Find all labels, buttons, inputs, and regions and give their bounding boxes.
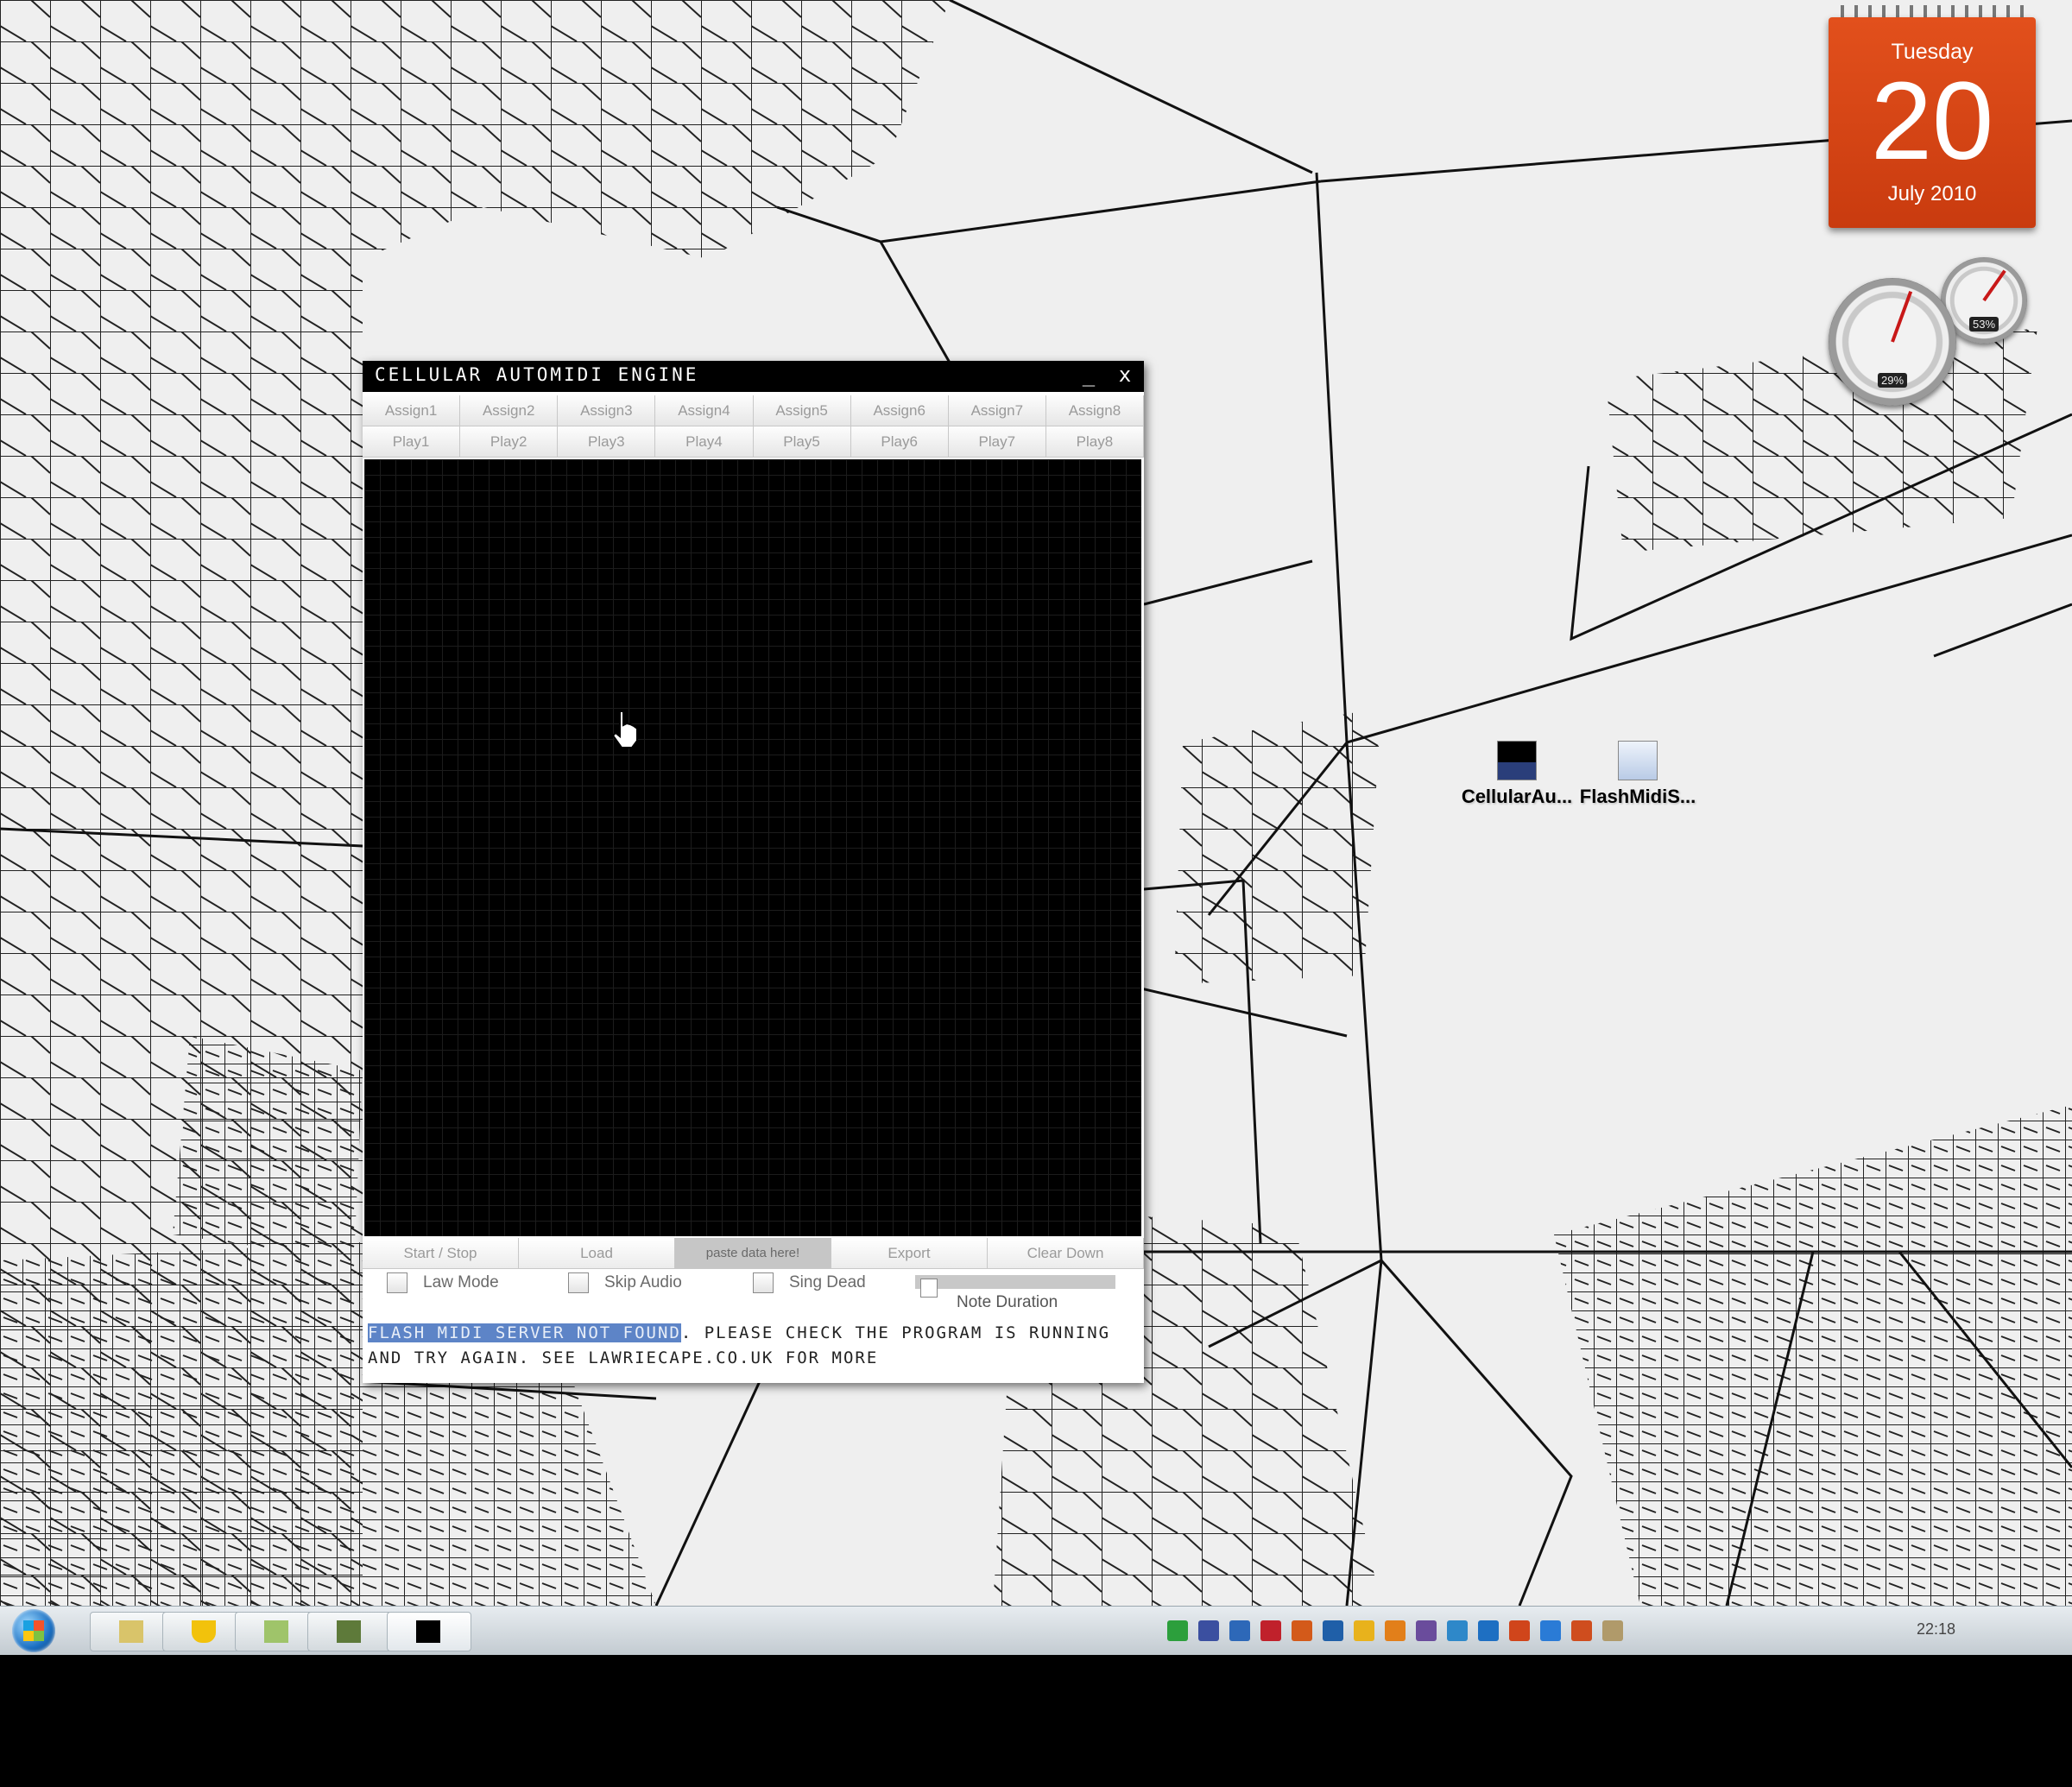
assign1-button[interactable]: Assign1 — [363, 395, 461, 426]
status-highlighted-text: FLASH MIDI SERVER NOT FOUND — [368, 1323, 681, 1342]
assign7-button[interactable]: Assign7 — [948, 395, 1046, 426]
folder-icon — [119, 1620, 143, 1643]
status-message: FLASH MIDI SERVER NOT FOUND. PLEASE CHEC… — [368, 1321, 1136, 1371]
play2-button[interactable]: Play2 — [460, 426, 559, 458]
calendar-page: Tuesday 20 July 2010 — [1829, 17, 2036, 228]
checkbox-label: Law Mode — [423, 1273, 499, 1291]
memory-gauge-percent: 53% — [1968, 317, 1999, 332]
taskbar-network-button[interactable] — [307, 1612, 392, 1651]
checkbox-box[interactable] — [387, 1272, 407, 1293]
play1-button[interactable]: Play1 — [363, 426, 461, 458]
java-icon — [1618, 741, 1658, 780]
desktop-icon-label: CellularAu... — [1461, 786, 1573, 807]
assign3-button[interactable]: Assign3 — [558, 395, 656, 426]
play6-button[interactable]: Play6 — [850, 426, 949, 458]
tray-icon-2[interactable] — [1198, 1620, 1219, 1641]
tray-icon-3[interactable] — [1229, 1620, 1250, 1641]
taskbar: 22:18 — [0, 1606, 2072, 1655]
taskbar-cellular-automidi-button[interactable] — [387, 1612, 471, 1651]
tray-icon-15[interactable] — [1602, 1620, 1623, 1641]
app-icon — [416, 1620, 440, 1643]
system-tray-icons — [1167, 1620, 1633, 1641]
paste-data-field[interactable]: paste data here! — [675, 1238, 831, 1269]
play3-button[interactable]: Play3 — [558, 426, 656, 458]
assign2-button[interactable]: Assign2 — [460, 395, 559, 426]
calendar-gadget[interactable]: Tuesday 20 July 2010 — [1829, 5, 2036, 228]
cpu-gauge-percent: 29% — [1877, 373, 1908, 388]
export-button[interactable]: Export — [831, 1238, 988, 1269]
tray-icon-10[interactable] — [1447, 1620, 1468, 1641]
sing-dead-checkbox[interactable]: Sing Dead — [753, 1272, 866, 1293]
network-icon — [337, 1620, 361, 1643]
automaton-grid-canvas[interactable] — [364, 459, 1141, 1236]
play5-button[interactable]: Play5 — [753, 426, 851, 458]
cpu-gauge: 29% — [1829, 278, 1956, 406]
tray-icon-1[interactable] — [1167, 1620, 1188, 1641]
load-button[interactable]: Load — [519, 1238, 675, 1269]
tray-icon-6[interactable] — [1323, 1620, 1343, 1641]
desktop-icon-cellular-automidi[interactable]: CellularAu... — [1452, 741, 1582, 808]
clear-down-button[interactable]: Clear Down — [988, 1238, 1144, 1269]
tray-icon-9[interactable] — [1416, 1620, 1437, 1641]
tray-icon-12[interactable] — [1509, 1620, 1530, 1641]
checkbox-box[interactable] — [568, 1272, 589, 1293]
start-button[interactable] — [12, 1609, 55, 1652]
checkbox-box[interactable] — [753, 1272, 774, 1293]
cpu-meter-gadget[interactable]: 53% 29% — [1829, 249, 2036, 406]
note-duration-label: Note Duration — [957, 1293, 1058, 1311]
assign6-button[interactable]: Assign6 — [850, 395, 949, 426]
assign8-button[interactable]: Assign8 — [1045, 395, 1144, 426]
memory-gauge-needle — [1982, 269, 2006, 302]
play8-button[interactable]: Play8 — [1045, 426, 1144, 458]
note-duration-slider-track[interactable] — [915, 1275, 1115, 1289]
assign4-button[interactable]: Assign4 — [655, 395, 754, 426]
cellular-automidi-window: CELLULAR AUTOMIDI ENGINE _ x Assign1 Ass… — [363, 361, 1144, 1383]
assign-button-row: Assign1 Assign2 Assign3 Assign4 Assign5 … — [363, 395, 1144, 426]
desktop: Tuesday 20 July 2010 53% 29% CellularAu.… — [0, 0, 2072, 1606]
checkbox-label: Sing Dead — [789, 1273, 866, 1291]
desktop-icon-label: FlashMidiS... — [1579, 786, 1696, 807]
close-button[interactable]: x — [1112, 363, 1138, 387]
tray-icon-11[interactable] — [1478, 1620, 1499, 1641]
desktop-icon-flash-midi-server[interactable]: FlashMidiS... — [1573, 741, 1702, 808]
start-stop-button[interactable]: Start / Stop — [363, 1238, 519, 1269]
java-icon — [264, 1620, 288, 1643]
taskbar-clock[interactable]: 22:18 — [1917, 1620, 1955, 1639]
play-button-row: Play1 Play2 Play3 Play4 Play5 Play6 Play… — [363, 426, 1144, 458]
cpu-gauge-needle — [1891, 290, 1913, 343]
tray-icon-13[interactable] — [1540, 1620, 1561, 1641]
window-title: CELLULAR AUTOMIDI ENGINE — [375, 364, 699, 385]
minimize-button[interactable]: _ — [1076, 363, 1102, 387]
app-icon — [1497, 741, 1537, 780]
title-bar[interactable]: CELLULAR AUTOMIDI ENGINE _ x — [363, 361, 1144, 392]
tray-icon-7[interactable] — [1354, 1620, 1374, 1641]
shield-icon — [192, 1620, 216, 1643]
law-mode-checkbox[interactable]: Law Mode — [387, 1272, 499, 1293]
assign5-button[interactable]: Assign5 — [753, 395, 851, 426]
tray-icon-8[interactable] — [1385, 1620, 1406, 1641]
tray-icon-5[interactable] — [1292, 1620, 1312, 1641]
play7-button[interactable]: Play7 — [948, 426, 1046, 458]
windows-logo-icon — [23, 1620, 44, 1641]
checkbox-label: Skip Audio — [604, 1273, 682, 1291]
tray-icon-14[interactable] — [1571, 1620, 1592, 1641]
calendar-month-year: July 2010 — [1887, 182, 1977, 205]
control-button-row: Start / Stop Load paste data here! Expor… — [363, 1238, 1144, 1269]
skip-audio-checkbox[interactable]: Skip Audio — [568, 1272, 682, 1293]
calendar-date: 20 — [1870, 60, 1994, 183]
hand-cursor-icon — [611, 710, 638, 748]
play4-button[interactable]: Play4 — [655, 426, 754, 458]
note-duration-slider-handle[interactable] — [920, 1279, 938, 1298]
tray-icon-4[interactable] — [1260, 1620, 1281, 1641]
